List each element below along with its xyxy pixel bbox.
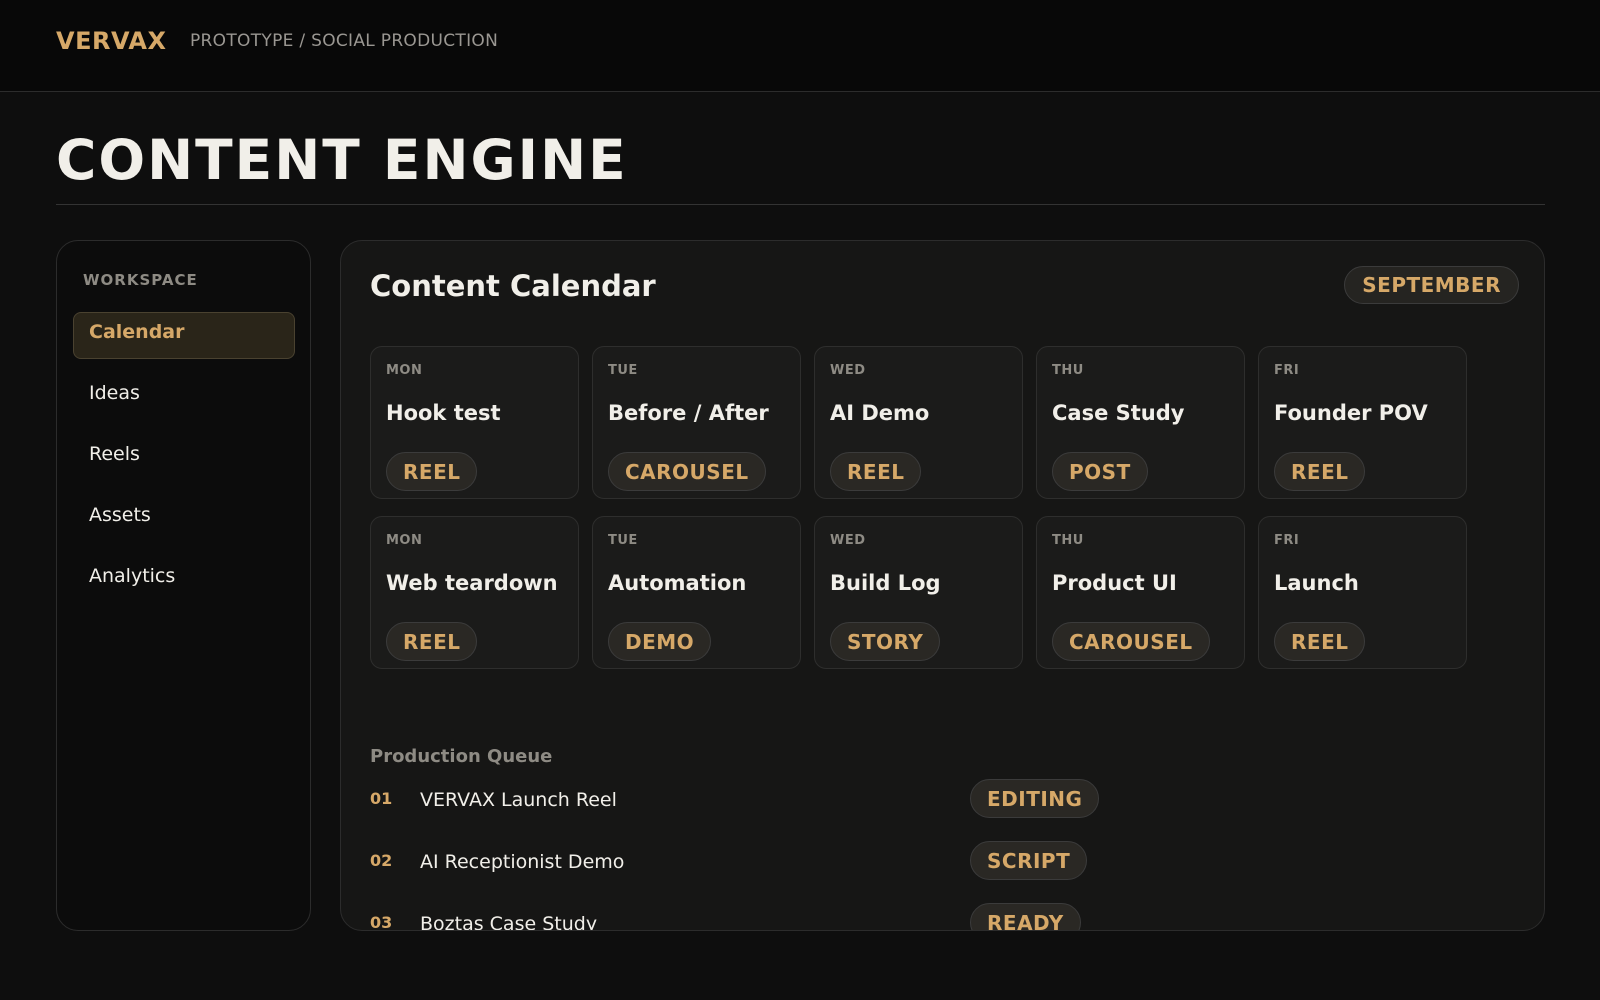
- card-day: WED: [830, 363, 866, 378]
- card-day: FRI: [1274, 533, 1300, 548]
- queue-item-name: AI Receptionist Demo: [420, 851, 625, 873]
- card-day: MON: [386, 533, 423, 548]
- sidebar-section-label: WORKSPACE: [83, 271, 198, 289]
- content-type-tag: STORY: [830, 622, 941, 661]
- card-day: WED: [830, 533, 866, 548]
- queue-item-number: 02: [370, 851, 393, 870]
- queue-status-badge: READY: [970, 903, 1081, 930]
- card-day: MON: [386, 363, 423, 378]
- calendar-card[interactable]: THU Product UI CAROUSEL: [1036, 516, 1245, 669]
- calendar-card[interactable]: FRI Launch REEL: [1258, 516, 1467, 669]
- queue-status-badge: SCRIPT: [970, 841, 1088, 880]
- calendar-card[interactable]: WED AI Demo REEL: [814, 346, 1023, 499]
- card-day: THU: [1052, 533, 1084, 548]
- card-title: Product UI: [1052, 571, 1177, 595]
- queue-item-number: 03: [370, 913, 393, 931]
- queue-item[interactable]: 02 AI Receptionist Demo SCRIPT: [370, 841, 1470, 885]
- queue-status-badge: EDITING: [970, 779, 1100, 818]
- card-title: Automation: [608, 571, 747, 595]
- page-title: CONTENT ENGINE: [56, 128, 628, 192]
- content-type-tag: CAROUSEL: [608, 452, 766, 491]
- card-title: Case Study: [1052, 401, 1185, 425]
- queue-title: Production Queue: [370, 746, 553, 767]
- card-title: AI Demo: [830, 401, 930, 425]
- calendar-card[interactable]: TUE Before / After CAROUSEL: [592, 346, 801, 499]
- sidebar-item-reels[interactable]: Reels: [73, 434, 295, 481]
- queue-item[interactable]: 01 VERVAX Launch Reel EDITING: [370, 779, 1470, 823]
- calendar-panel: Content Calendar SEPTEMBER MON Hook test…: [340, 240, 1545, 931]
- card-day: TUE: [608, 533, 638, 548]
- calendar-card[interactable]: THU Case Study POST: [1036, 346, 1245, 499]
- top-bar: VERVAX PROTOTYPE / SOCIAL PRODUCTION: [0, 0, 1600, 92]
- content-type-tag: DEMO: [608, 622, 712, 661]
- card-title: Hook test: [386, 401, 501, 425]
- sidebar: WORKSPACE Calendar Ideas Reels Assets An…: [56, 240, 311, 931]
- content-type-tag: REEL: [386, 452, 478, 491]
- content-type-tag: REEL: [830, 452, 922, 491]
- month-selector[interactable]: SEPTEMBER: [1344, 266, 1519, 304]
- content-type-tag: CAROUSEL: [1052, 622, 1210, 661]
- queue-item-name: VERVAX Launch Reel: [420, 789, 617, 811]
- card-title: Founder POV: [1274, 401, 1428, 425]
- content-type-tag: POST: [1052, 452, 1148, 491]
- card-title: Build Log: [830, 571, 941, 595]
- calendar-card[interactable]: MON Web teardown REEL: [370, 516, 579, 669]
- sidebar-item-ideas[interactable]: Ideas: [73, 373, 295, 420]
- card-title: Before / After: [608, 401, 769, 425]
- sidebar-item-assets[interactable]: Assets: [73, 495, 295, 542]
- card-day: THU: [1052, 363, 1084, 378]
- content-type-tag: REEL: [386, 622, 478, 661]
- calendar-card[interactable]: MON Hook test REEL: [370, 346, 579, 499]
- content-type-tag: REEL: [1274, 452, 1366, 491]
- calendar-card[interactable]: FRI Founder POV REEL: [1258, 346, 1467, 499]
- card-title: Launch: [1274, 571, 1359, 595]
- card-day: FRI: [1274, 363, 1300, 378]
- content-type-tag: REEL: [1274, 622, 1366, 661]
- queue-item[interactable]: 03 Boztaş Case Study READY: [370, 903, 1470, 931]
- card-day: TUE: [608, 363, 638, 378]
- breadcrumb: PROTOTYPE / SOCIAL PRODUCTION: [190, 31, 499, 51]
- title-divider: [56, 204, 1545, 205]
- sidebar-item-calendar[interactable]: Calendar: [73, 312, 295, 359]
- calendar-card[interactable]: TUE Automation DEMO: [592, 516, 801, 669]
- queue-item-number: 01: [370, 789, 393, 808]
- card-title: Web teardown: [386, 571, 558, 595]
- sidebar-item-analytics[interactable]: Analytics: [73, 556, 295, 603]
- queue-item-name: Boztaş Case Study: [420, 913, 598, 931]
- calendar-title: Content Calendar: [370, 269, 656, 303]
- calendar-card[interactable]: WED Build Log STORY: [814, 516, 1023, 669]
- brand-logo[interactable]: VERVAX: [56, 27, 166, 55]
